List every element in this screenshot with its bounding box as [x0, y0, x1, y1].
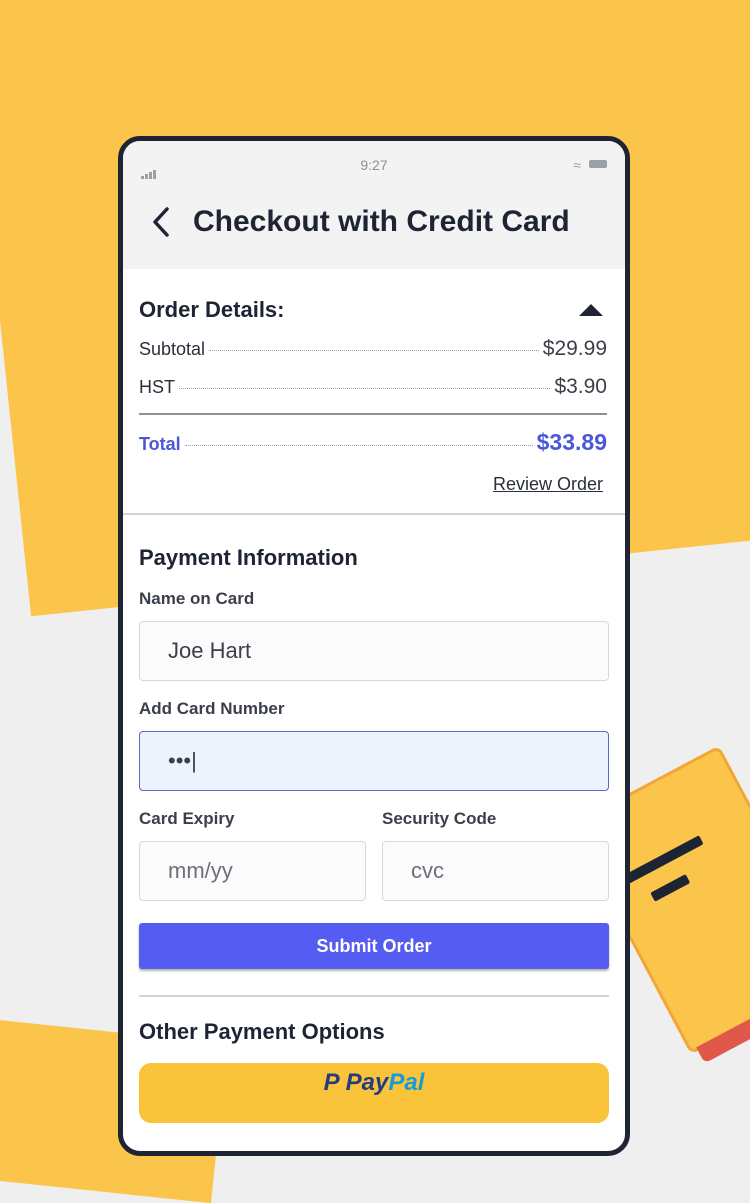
total-label: Total [139, 434, 181, 454]
section-divider [139, 995, 609, 997]
dotted-leader [179, 388, 551, 389]
battery-icon [589, 160, 607, 168]
paypal-icon: P [323, 1069, 340, 1096]
other-payment-title: Other Payment Options [139, 1019, 385, 1044]
order-separator [139, 413, 607, 415]
line-value: $29.99 [542, 337, 607, 360]
paypal-logo-pay: Pay [345, 1069, 389, 1096]
payment-form: Payment Information Name on Card Joe Har… [123, 515, 625, 1123]
card-number-value: •••| [168, 748, 197, 773]
dotted-leader [184, 445, 533, 446]
order-line-hst: HST $3.90 [139, 375, 607, 399]
order-total: Total $33.89 [139, 429, 607, 456]
page-title: Checkout with Credit Card [193, 205, 570, 238]
book-pages [696, 965, 750, 1064]
security-code-input[interactable]: cvc [382, 841, 609, 901]
name-on-card-input[interactable]: Joe Hart [139, 621, 609, 681]
phone-frame: 9:27 ≈ Checkout with Credit Card Order D… [118, 136, 630, 1156]
wifi-icon: ≈ [573, 157, 581, 173]
order-details: Order Details: Subtotal $29.99 HST $3.90… [123, 269, 625, 495]
card-expiry-input[interactable]: mm/yy [139, 841, 366, 901]
line-label: Subtotal [139, 339, 206, 359]
card-number-label: Add Card Number [139, 699, 285, 718]
order-line-subtotal: Subtotal $29.99 [139, 337, 607, 361]
security-placeholder: cvc [411, 858, 444, 883]
status-time: 9:27 [360, 157, 388, 173]
name-value: Joe Hart [168, 638, 252, 663]
total-value: $33.89 [536, 429, 607, 455]
payment-title: Payment Information [139, 545, 358, 570]
collapse-icon[interactable] [579, 304, 603, 316]
name-label: Name on Card [139, 589, 255, 608]
book-stroke [650, 874, 691, 902]
card-expiry-label: Card Expiry [139, 809, 235, 828]
review-order-link[interactable]: Review Order [139, 474, 607, 495]
submit-order-button[interactable]: Submit Order [139, 923, 609, 969]
dotted-leader [209, 350, 539, 351]
order-details-title: Order Details: [139, 297, 285, 322]
paypal-button[interactable]: P Pay Pal [139, 1063, 609, 1123]
line-label: HST [139, 377, 175, 397]
expiry-placeholder: mm/yy [168, 858, 233, 883]
line-value: $3.90 [554, 375, 607, 398]
book-stroke [621, 835, 704, 886]
app-header: 9:27 ≈ Checkout with Credit Card [123, 141, 625, 269]
status-bar: 9:27 ≈ [123, 155, 625, 179]
security-code-label: Security Code [382, 809, 497, 828]
card-number-input[interactable]: •••| [139, 731, 609, 791]
paypal-logo-pal: Pal [388, 1069, 425, 1096]
back-icon[interactable] [149, 205, 175, 239]
